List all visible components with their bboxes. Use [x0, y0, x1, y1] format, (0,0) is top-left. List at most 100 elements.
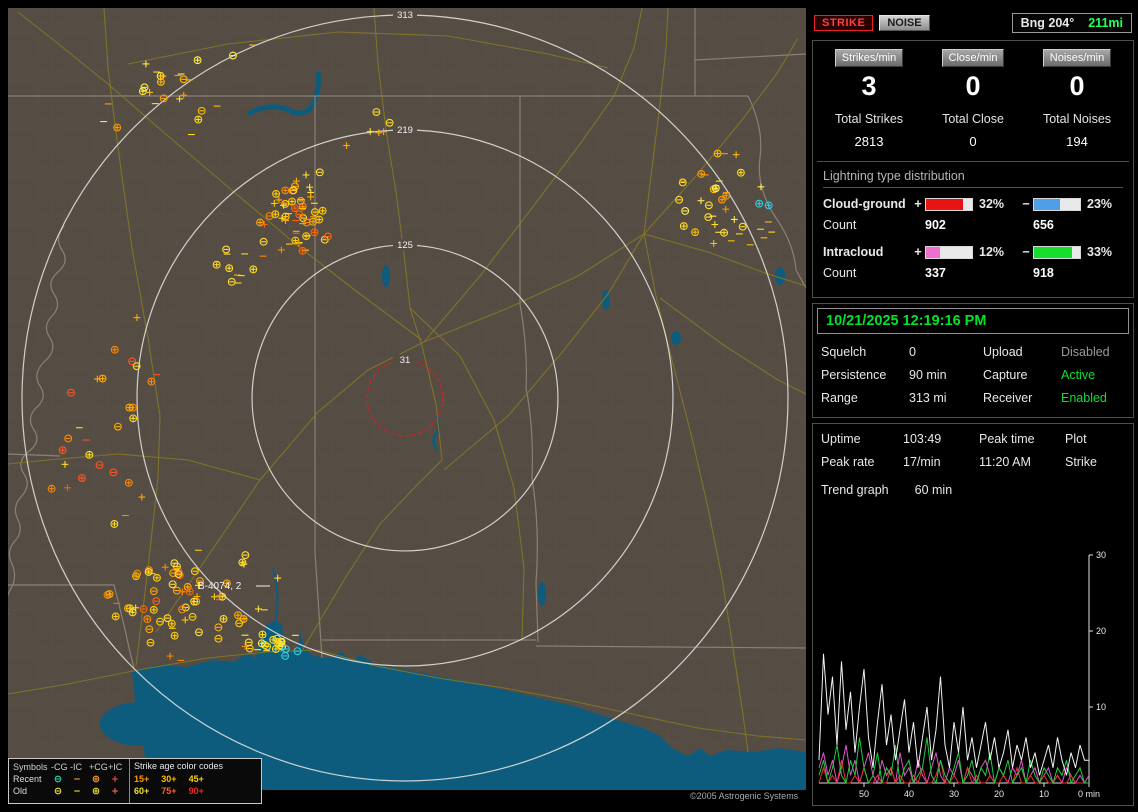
minus-sign: −	[1022, 197, 1030, 211]
peak-rate-value: 17/min	[903, 455, 941, 469]
legend-age-section: Strike age color codes 15+ 30+ 45+ 60+ 7…	[129, 759, 261, 803]
trend-series-close-rate	[818, 760, 1089, 785]
legend-symbols-section: Symbols -CG -IC +CG +IC Recent Old	[9, 759, 129, 803]
count-label: Count	[823, 218, 857, 232]
plot-label: Plot	[1065, 432, 1087, 446]
cg-minus-percent: 23%	[1087, 197, 1113, 211]
current-timestamp: 10/21/2025 12:19:16 PM	[817, 308, 1129, 334]
legend-old-row: Old	[13, 785, 127, 797]
rates-box: Strikes/min 3 Total Strikes 2813 Close/m…	[812, 40, 1134, 298]
bearing-label: Bng 204°	[1020, 16, 1075, 30]
upload-value: Disabled	[1061, 345, 1110, 359]
legend-header: +IC	[108, 762, 123, 772]
lightning-map[interactable]: B-4074, 2 313 219 125 31	[8, 8, 806, 790]
intracloud-rows: Intracloud + 12% − 33% Count 337 918	[823, 245, 1123, 280]
x-tick-label: 30	[949, 789, 959, 799]
plot-value: Strike	[1065, 455, 1097, 469]
legend-recent-row: Recent	[13, 773, 127, 785]
cg-minus-bar	[1033, 197, 1081, 211]
persistence-value: 90 min	[909, 368, 947, 382]
ring-label: 219	[397, 125, 413, 136]
bearing-readout: Bng 204° 211mi	[1011, 13, 1132, 33]
distribution-title: Lightning type distribution	[823, 166, 1123, 188]
uptime-grid: Uptime 103:49 Peak time Plot Peak rate 1…	[817, 432, 1129, 469]
copyright-text: ©2005 Astrogenic Systems	[690, 791, 799, 801]
ic-plus-bar	[925, 245, 973, 259]
age-code: 15+	[134, 774, 150, 784]
y-tick-label: 10	[1096, 702, 1106, 712]
uptime-label: Uptime	[821, 432, 861, 446]
age-code: 45+	[188, 774, 204, 784]
total-close-value: 0	[969, 134, 977, 149]
y-tick-label: 20	[1096, 626, 1106, 636]
legend-row-label: Recent	[13, 774, 42, 784]
close-per-min-button[interactable]: Close/min	[941, 49, 1005, 67]
legend-symbol	[51, 785, 65, 797]
cloud-ground-label: Cloud-ground	[823, 197, 906, 211]
trend-label-row: Trend graph 60 min	[817, 469, 1129, 497]
strike-toggle-button[interactable]: STRIKE	[814, 15, 874, 31]
ic-minus-percent: 33%	[1087, 245, 1113, 259]
upload-label: Upload	[983, 345, 1023, 359]
peak-time-value: 11:20 AM	[979, 455, 1031, 469]
persistence-label: Persistence	[821, 368, 887, 382]
cg-minus-count: 656	[1033, 218, 1054, 232]
total-strikes-label: Total Strikes	[834, 112, 904, 126]
lightning-distribution-section: Lightning type distribution Cloud-ground…	[817, 161, 1129, 280]
legend-symbol	[108, 785, 122, 797]
legend-symbol	[89, 785, 103, 797]
age-code: 75+	[161, 786, 177, 796]
ring-label: 125	[397, 240, 413, 251]
y-tick-label: 30	[1096, 551, 1106, 560]
x-tick-label: 40	[904, 789, 914, 799]
noises-per-min-value: 0	[1069, 71, 1085, 101]
legend-symbol	[70, 785, 84, 797]
peak-rate-label: Peak rate	[821, 455, 875, 469]
ring-label: 31	[400, 355, 411, 366]
legend-header: +CG	[89, 762, 108, 772]
bearing-distance: 211mi	[1088, 16, 1123, 30]
legend-symbol	[51, 773, 65, 785]
cg-plus-percent: 32%	[979, 197, 1005, 211]
x-tick-label: 20	[994, 789, 1004, 799]
cg-plus-bar	[925, 197, 973, 211]
uptime-value: 103:49	[903, 432, 942, 446]
noises-per-min-column: Noises/min 0 Total Noises 194	[1025, 49, 1129, 149]
settings-box: 10/21/2025 12:19:16 PM Squelch 0 Upload …	[812, 303, 1134, 418]
map-canvas[interactable]: B-4074, 2 313 219 125 31	[8, 8, 806, 790]
plus-sign: +	[914, 197, 922, 211]
trend-series-intracloud-rate	[818, 744, 1090, 785]
panel-toolbar: STRIKE NOISE Bng 204° 211mi	[812, 8, 1134, 38]
legend-symbol	[108, 773, 122, 785]
rate-columns: Strikes/min 3 Total Strikes 2813 Close/m…	[817, 49, 1129, 149]
close-per-min-column: Close/min 0 Total Close 0	[921, 49, 1025, 149]
legend-header-row: Symbols -CG -IC +CG +IC	[13, 761, 127, 773]
legend-age-title: Strike age color codes	[134, 761, 224, 771]
total-noises-value: 194	[1066, 134, 1088, 149]
squelch-value: 0	[909, 345, 916, 359]
strikes-per-min-button[interactable]: Strikes/min	[834, 49, 904, 67]
ic-minus-bar	[1033, 245, 1081, 259]
legend-header: -IC	[70, 762, 82, 772]
legend-row-label: Old	[13, 786, 28, 796]
age-code: 30+	[161, 774, 177, 784]
legend-symbol	[89, 773, 103, 785]
squelch-label: Squelch	[821, 345, 867, 359]
plus-sign: +	[914, 245, 922, 259]
x-tick-label: 50	[859, 789, 869, 799]
noises-per-min-button[interactable]: Noises/min	[1042, 49, 1112, 67]
legend-header: -CG	[51, 762, 68, 772]
noise-toggle-button[interactable]: NOISE	[879, 15, 930, 31]
ic-minus-count: 918	[1033, 266, 1054, 280]
x-tick-label: 10	[1039, 789, 1049, 799]
total-noises-label: Total Noises	[1042, 112, 1112, 126]
status-panel: STRIKE NOISE Bng 204° 211mi Strikes/min …	[812, 8, 1134, 806]
minus-sign: −	[1022, 245, 1030, 259]
total-strikes-value: 2813	[854, 134, 884, 149]
receiver-label: Receiver	[983, 391, 1033, 405]
age-code: 60+	[134, 786, 150, 796]
legend-age-row: 60+ 75+ 90+	[134, 785, 257, 797]
legend-symbol	[70, 773, 84, 785]
close-per-min-value: 0	[965, 71, 981, 101]
receiver-value: Enabled	[1061, 391, 1107, 405]
